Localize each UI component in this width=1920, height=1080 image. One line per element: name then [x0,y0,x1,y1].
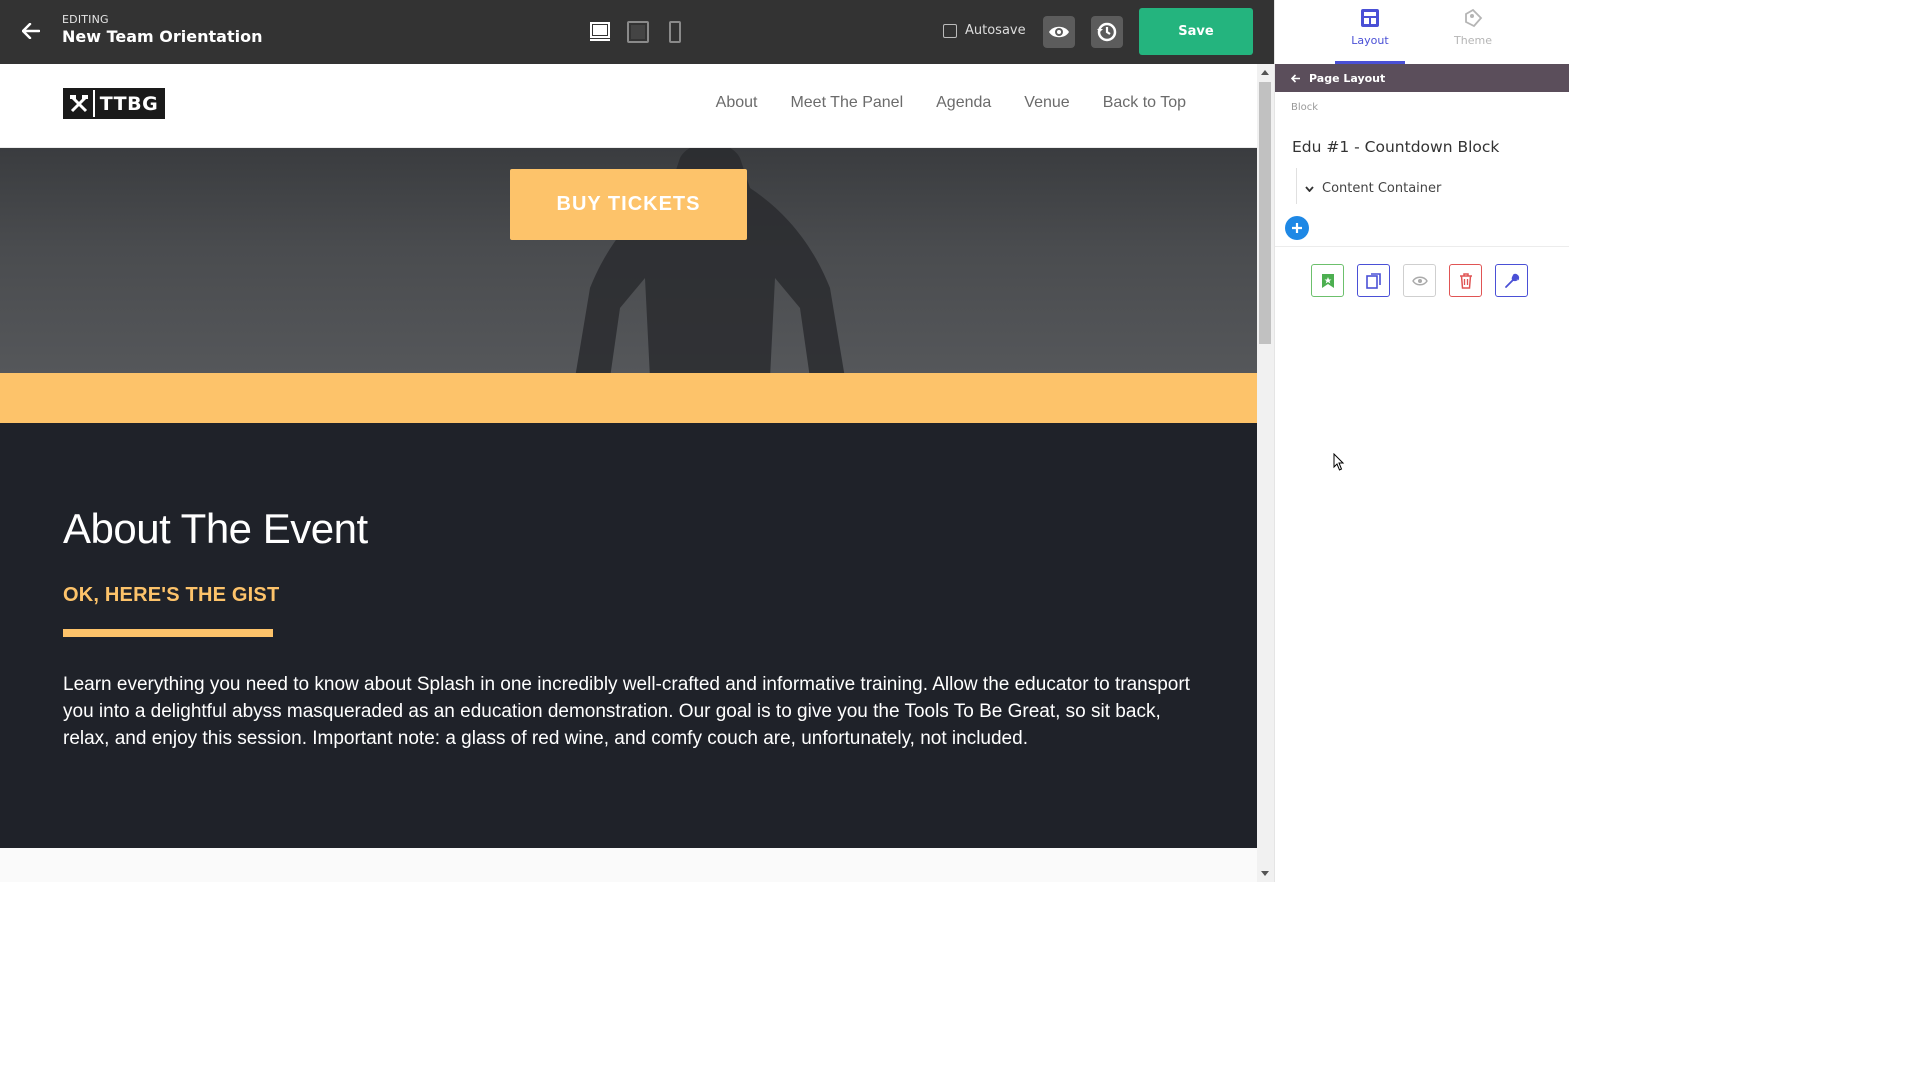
settings-button[interactable] [1495,264,1528,297]
scroll-up-arrow[interactable] [1261,70,1269,75]
add-element-button[interactable] [1285,216,1309,240]
mouse-cursor-icon [1333,453,1345,471]
scroll-thumb[interactable] [1259,82,1271,344]
about-subheading: OK, HERE'S THE GIST [63,584,280,606]
save-button[interactable]: Save [1139,8,1253,55]
accent-rule [63,629,273,637]
tree-item-content-container[interactable]: Content Container [1305,181,1441,196]
autosave-label: Autosave [965,23,1026,38]
nav-link-about[interactable]: About [716,94,758,112]
section-label: Block [1291,102,1319,113]
divider [1275,246,1569,247]
tablet-icon [627,21,649,43]
scroll-down-arrow[interactable] [1261,871,1269,876]
tab-layout-label: Layout [1351,34,1389,47]
back-button[interactable] [18,18,44,44]
breadcrumb[interactable]: Page Layout [1275,64,1569,92]
layout-icon [1361,9,1379,27]
accent-band [0,373,1257,423]
breadcrumb-label: Page Layout [1309,71,1386,85]
plus-icon [1292,223,1302,233]
tree-connector [1296,168,1297,204]
buy-tickets-button[interactable]: BUY TICKETS [510,169,747,240]
delete-button[interactable] [1449,264,1482,297]
duplicate-icon [1365,272,1381,289]
mobile-icon [669,21,681,43]
tools-icon [70,94,88,112]
logo-text: TTBG [93,90,163,117]
hero-section: BUY TICKETS [0,148,1257,373]
bookmark-icon [1321,273,1334,288]
nav-link-venue[interactable]: Venue [1024,94,1069,112]
block-actions [1311,264,1528,297]
history-button[interactable] [1091,16,1123,48]
nav-link-meet-the-panel[interactable]: Meet The Panel [790,94,903,112]
mobile-view-button[interactable] [663,20,687,44]
desktop-view-button[interactable] [588,20,612,44]
tab-theme[interactable]: Theme [1438,0,1508,64]
next-section [0,848,1257,882]
settings-wrench-icon [1504,273,1519,288]
autosave-toggle[interactable]: Autosave [943,23,1026,38]
about-heading: About The Event [63,505,368,552]
about-section: About The Event OK, HERE'S THE GIST Lear… [0,423,1257,848]
about-body: Learn everything you need to know about … [63,674,1190,749]
tab-layout[interactable]: Layout [1335,0,1405,64]
tablet-view-button[interactable] [626,20,650,44]
panel-tabs: Layout Theme [1275,0,1569,64]
nav-link-agenda[interactable]: Agenda [936,94,991,112]
page-canvas: TTBG About Meet The Panel Agenda Venue B… [0,64,1257,882]
editing-label: EDITING [62,13,109,26]
desktop-icon [590,22,610,41]
editor-toolbar: EDITING New Team Orientation Autosave Sa… [0,0,1274,64]
document-title: New Team Orientation [62,27,263,46]
block-title: Edu #1 - Countdown Block [1292,138,1500,156]
editor-side-panel: Layout Theme Page Layout Block Edu #1 - … [1274,0,1569,882]
canvas-scrollbar[interactable] [1257,64,1274,882]
history-icon [1097,22,1117,42]
visibility-icon [1411,276,1428,285]
arrow-left-icon [22,23,40,39]
visibility-button[interactable] [1403,264,1436,297]
preview-button[interactable] [1043,16,1075,48]
eye-icon [1049,26,1069,38]
nav-link-back-to-top[interactable]: Back to Top [1103,94,1186,112]
arrow-left-icon [1291,73,1300,83]
delete-icon [1459,272,1472,289]
tree-item-label: Content Container [1322,181,1442,196]
site-logo[interactable]: TTBG [63,88,165,119]
chevron-down-icon [1305,185,1314,192]
site-nav: About Meet The Panel Agenda Venue Back t… [716,94,1186,112]
autosave-checkbox[interactable] [943,23,957,38]
bookmark-button[interactable] [1311,264,1344,297]
tab-theme-label: Theme [1454,34,1492,47]
site-header: TTBG About Meet The Panel Agenda Venue B… [0,64,1257,148]
duplicate-button[interactable] [1357,264,1390,297]
theme-icon [1465,8,1483,28]
